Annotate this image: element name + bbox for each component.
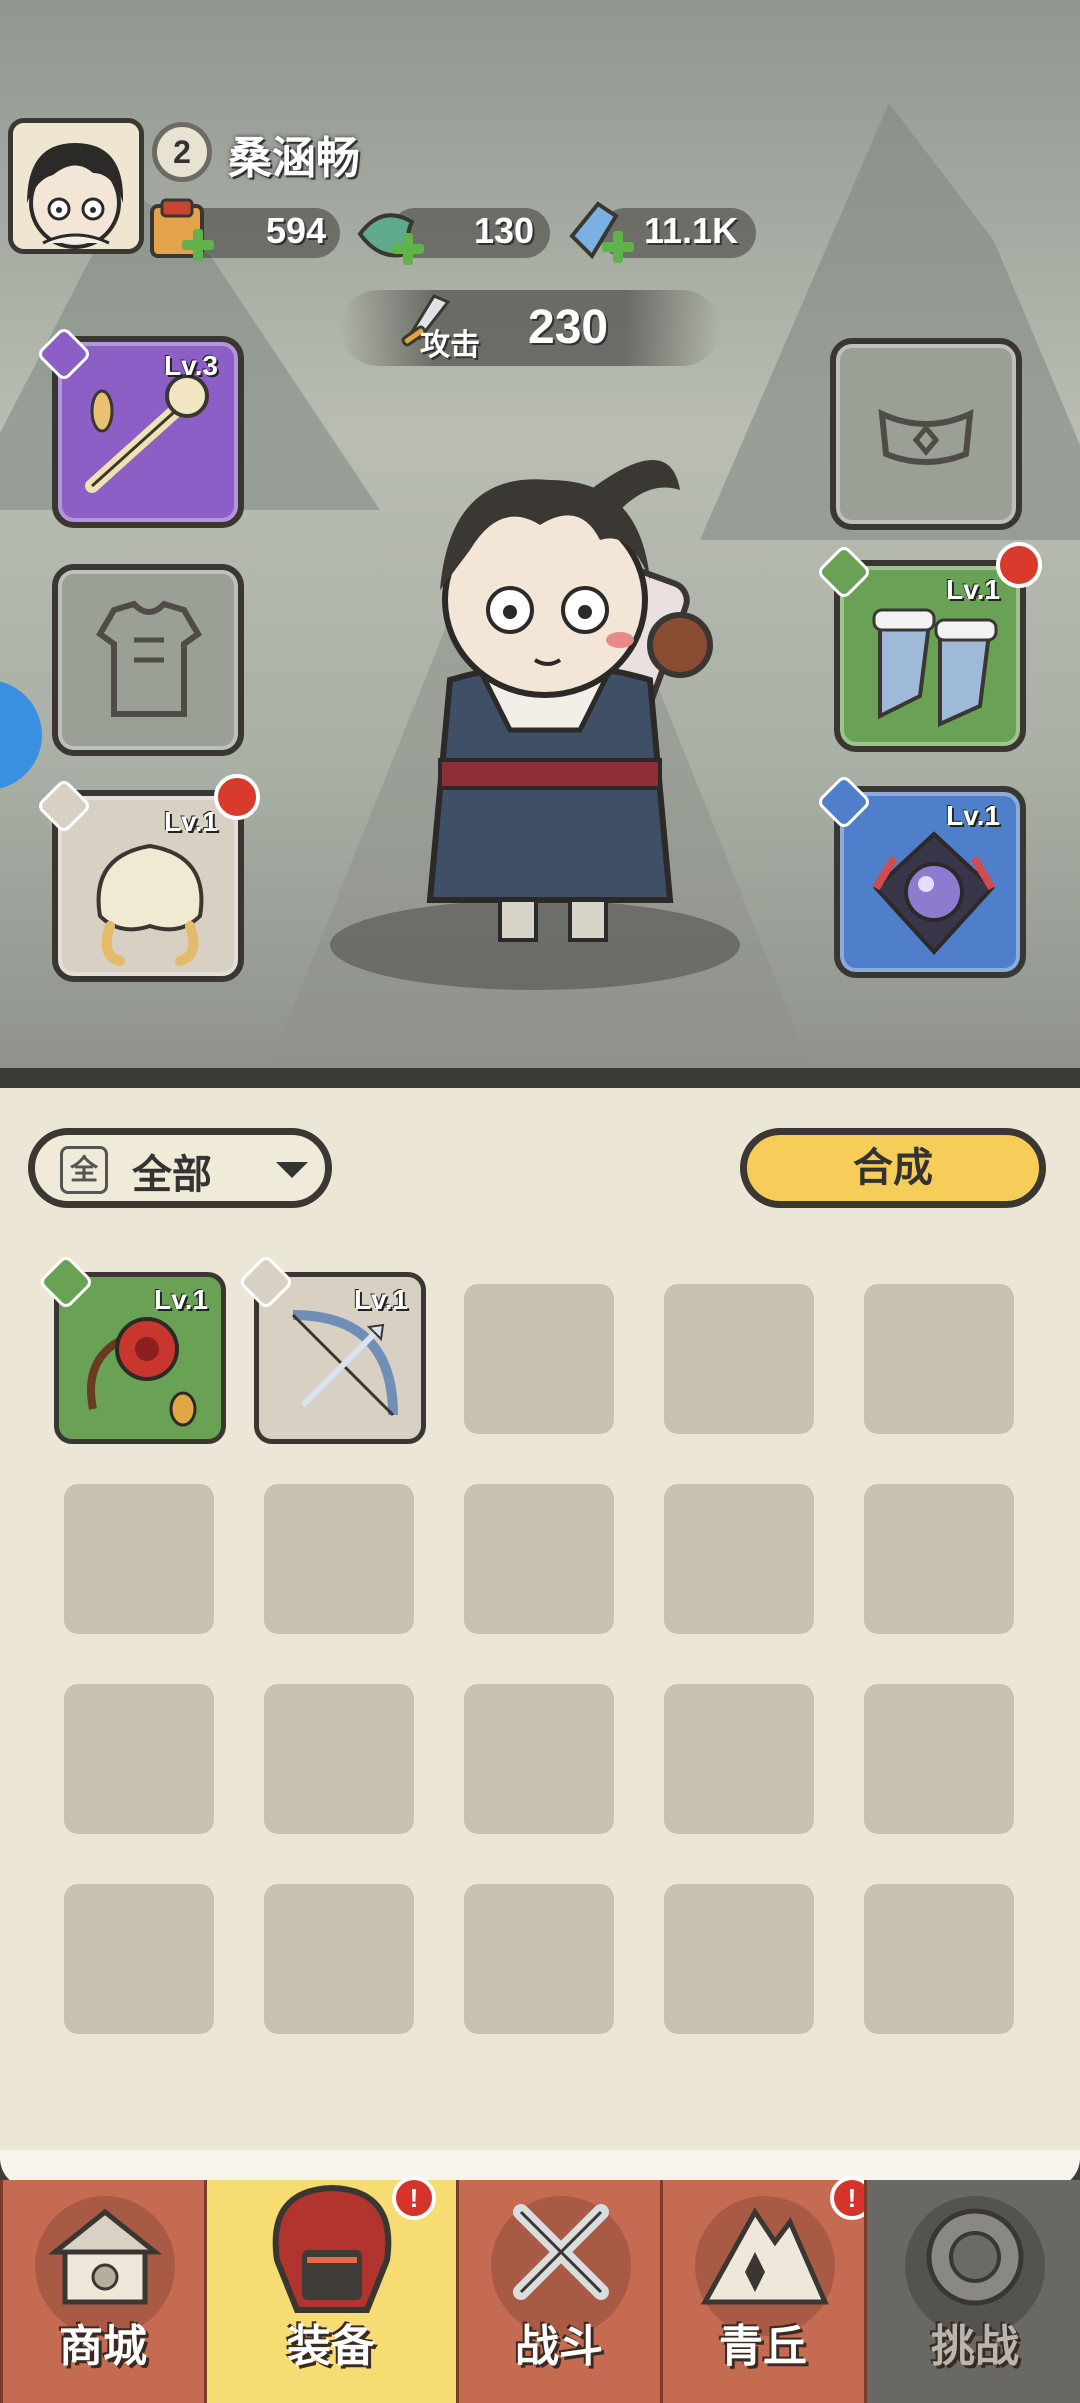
boots-level: Lv.1: [946, 574, 1000, 605]
player-name[interactable]: 桑涵畅: [228, 122, 360, 186]
bow-icon: [291, 1310, 398, 1417]
empty-inventory-slot[interactable]: [64, 1684, 214, 1834]
jade-fish-icon[interactable]: [352, 198, 428, 274]
side-drawer-tab[interactable]: [0, 680, 42, 790]
empty-inventory-slot[interactable]: [264, 1484, 414, 1634]
scene-divider: [0, 1068, 1080, 1088]
alert-badge-equipment: !: [392, 2176, 436, 2220]
empty-inventory-slot[interactable]: [864, 1284, 1014, 1434]
nav-tab-qingqiu[interactable]: 青丘: [660, 2180, 864, 2403]
player-avatar[interactable]: [8, 118, 144, 254]
armor-icon: [96, 600, 202, 717]
nav-label-shop: 商城: [59, 2321, 147, 2372]
chevron-down-icon: [276, 1162, 308, 1178]
empty-inventory-slot[interactable]: [664, 1284, 814, 1434]
scroll-bundle-icon[interactable]: [142, 196, 218, 272]
attack-label: 攻击: [420, 328, 480, 363]
amulet-icon: [872, 831, 996, 955]
empty-inventory-slot[interactable]: [464, 1484, 614, 1634]
resource-value-jade: 130: [474, 210, 535, 251]
empty-inventory-slot[interactable]: [864, 1884, 1014, 2034]
crossed-swords-icon: [513, 2204, 609, 2300]
empty-inventory-slot[interactable]: [464, 1284, 614, 1434]
item-level: Lv.1: [354, 1284, 408, 1315]
synthesize-button[interactable]: 合成: [740, 1128, 1046, 1208]
empty-inventory-slot[interactable]: [64, 1884, 214, 2034]
nav-label-battle: 战斗: [515, 2321, 603, 2372]
shop-icon: [47, 2208, 163, 2305]
nav-label-challenge: 挑战: [931, 2321, 1019, 2372]
equip-slot-armor[interactable]: [52, 564, 244, 756]
empty-inventory-slot[interactable]: [264, 1684, 414, 1834]
player-level-badge: 2: [152, 122, 212, 182]
filter-dropdown-label: 全部: [132, 1152, 212, 1198]
flower-whip-icon: [87, 1317, 197, 1427]
empty-inventory-slot[interactable]: [464, 1884, 614, 2034]
filter-all-icon: 全: [60, 1146, 108, 1194]
empty-inventory-slot[interactable]: [864, 1684, 1014, 1834]
nav-tab-challenge[interactable]: 挑战: [864, 2180, 1080, 2403]
avatar-portrait: [13, 123, 139, 249]
helmet-level: Lv.1: [164, 806, 218, 837]
nav-label-equipment: 装备: [287, 2321, 375, 2372]
resource-value-scrolls: 594: [266, 210, 327, 251]
hero-character[interactable]: [380, 430, 720, 950]
empty-inventory-slot[interactable]: [264, 1884, 414, 2034]
empty-inventory-slot[interactable]: [64, 1484, 214, 1634]
boots-icon: [872, 608, 998, 728]
helmet-icon: [96, 843, 204, 966]
amulet-level: Lv.1: [946, 800, 1000, 831]
empty-inventory-slot[interactable]: [664, 1884, 814, 2034]
challenge-icon: [926, 2208, 1024, 2306]
empty-inventory-slot[interactable]: [464, 1684, 614, 1834]
upgrade-arrow-icon-boots: [996, 542, 1042, 588]
empty-inventory-slot[interactable]: [664, 1484, 814, 1634]
upgrade-arrow-icon-helmet: [214, 774, 260, 820]
item-level: Lv.1: [154, 1284, 208, 1315]
attack-value: 230: [528, 301, 609, 354]
nav-tab-battle[interactable]: 战斗: [456, 2180, 660, 2403]
crystal-icon[interactable]: [562, 196, 638, 272]
nav-tab-shop[interactable]: 商城: [0, 2180, 204, 2403]
weapon-level: Lv.3: [164, 350, 218, 381]
belt-icon: [878, 409, 974, 465]
staff-icon: [85, 374, 209, 493]
empty-inventory-slot[interactable]: [864, 1484, 1014, 1634]
nav-label-qingqiu: 青丘: [719, 2321, 807, 2372]
equip-slot-belt[interactable]: [830, 338, 1022, 530]
resource-value-crystal: 11.1K: [644, 210, 739, 251]
empty-inventory-slot[interactable]: [664, 1684, 814, 1834]
mountain-icon: [700, 2207, 829, 2305]
